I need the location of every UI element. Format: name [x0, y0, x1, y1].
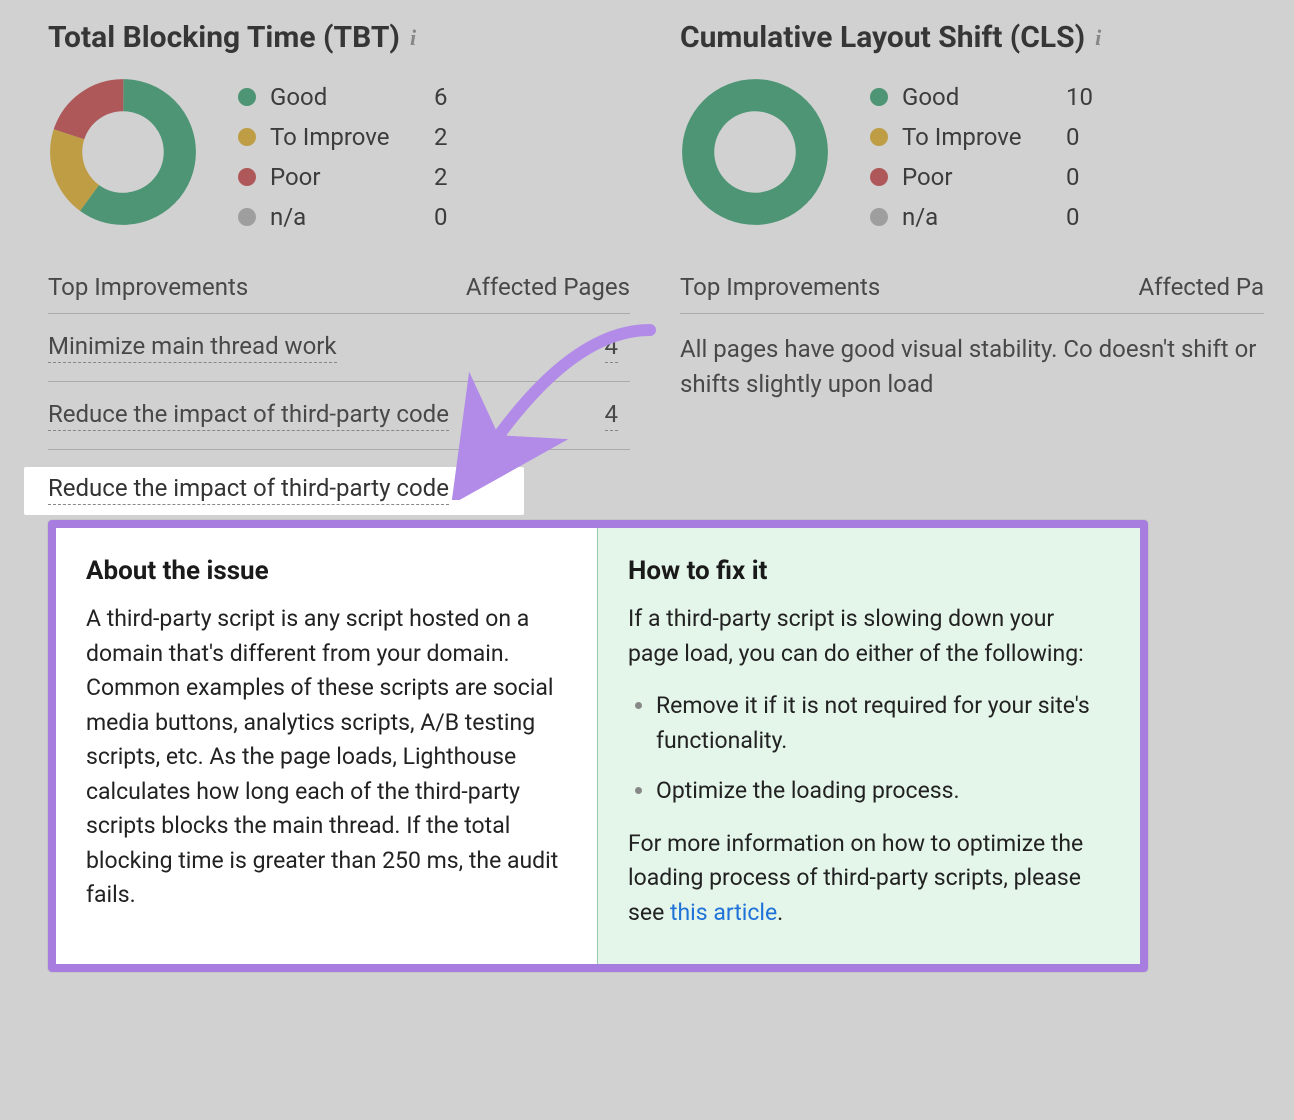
improvement-count: 4: [605, 332, 619, 363]
fix-item: Remove it if it is not required for your…: [656, 689, 1110, 758]
issue-popup: About the issue A third-party script is …: [48, 520, 1148, 972]
improvement-count: 4: [605, 400, 619, 431]
dot-icon: [238, 128, 256, 146]
tbt-panel: Total Blocking Time (TBT) i Good 6: [0, 0, 660, 470]
legend-label: To Improve: [270, 123, 420, 151]
about-body: A third-party script is any script hoste…: [86, 602, 567, 913]
improvements-header: Top Improvements Affected Pages: [48, 273, 630, 314]
legend-row-good: Good 10: [870, 83, 1096, 111]
cls-note: All pages have good visual stability. Co…: [680, 314, 1264, 402]
cls-donut-chart: [680, 77, 830, 227]
fix-item: Optimize the loading process.: [656, 774, 1110, 809]
legend-row-improve: To Improve 2: [238, 123, 464, 151]
col-header-affected: Affected Pages: [466, 273, 630, 301]
info-icon[interactable]: i: [1095, 25, 1101, 51]
popup-fix: How to fix it If a third-party script is…: [598, 528, 1140, 964]
fix-outro-post: .: [777, 899, 783, 926]
legend-row-poor: Poor 2: [238, 163, 464, 191]
legend-label: Poor: [902, 163, 1052, 191]
legend-row-na: n/a 0: [870, 203, 1096, 231]
legend-label: n/a: [902, 203, 1052, 231]
legend-value: 0: [1066, 203, 1096, 231]
tbt-legend: Good 6 To Improve 2 Poor 2 n/a 0: [238, 77, 464, 231]
legend-label: To Improve: [902, 123, 1052, 151]
info-icon[interactable]: i: [410, 25, 416, 51]
legend-label: Good: [270, 83, 420, 111]
improvements-header: Top Improvements Affected Pa: [680, 273, 1264, 314]
col-header-improvements: Top Improvements: [680, 273, 880, 301]
legend-value: 0: [1066, 123, 1096, 151]
tbt-donut-chart: [48, 77, 198, 227]
fix-list: Remove it if it is not required for your…: [634, 689, 1110, 809]
legend-label: Good: [902, 83, 1052, 111]
dot-icon: [238, 208, 256, 226]
legend-value: 0: [1066, 163, 1096, 191]
dot-icon: [870, 168, 888, 186]
cls-legend: Good 10 To Improve 0 Poor 0 n/a 0: [870, 77, 1096, 231]
improvement-link[interactable]: Reduce the impact of third-party code: [48, 474, 449, 505]
dot-icon: [870, 128, 888, 146]
legend-value: 0: [434, 203, 464, 231]
dot-icon: [238, 88, 256, 106]
cls-panel: Cumulative Layout Shift (CLS) i Good 10 …: [660, 0, 1294, 470]
legend-value: 10: [1066, 83, 1096, 111]
legend-row-na: n/a 0: [238, 203, 464, 231]
cls-title: Cumulative Layout Shift (CLS): [680, 20, 1085, 55]
highlighted-improvement[interactable]: Reduce the impact of third-party code: [48, 474, 449, 502]
col-header-improvements: Top Improvements: [48, 273, 248, 301]
about-title: About the issue: [86, 556, 567, 586]
legend-value: 2: [434, 163, 464, 191]
legend-row-improve: To Improve 0: [870, 123, 1096, 151]
improvement-link[interactable]: Minimize main thread work: [48, 332, 337, 363]
legend-value: 2: [434, 123, 464, 151]
legend-label: n/a: [270, 203, 420, 231]
dot-icon: [870, 88, 888, 106]
fix-intro: If a third-party script is slowing down …: [628, 602, 1110, 671]
fix-outro: For more information on how to optimize …: [628, 827, 1110, 931]
legend-row-poor: Poor 0: [870, 163, 1096, 191]
dot-icon: [238, 168, 256, 186]
improvement-link[interactable]: Reduce the impact of third-party code: [48, 400, 449, 431]
col-header-affected: Affected Pa: [1139, 273, 1264, 301]
dot-icon: [870, 208, 888, 226]
improvement-row[interactable]: Reduce the impact of third-party code 4: [48, 382, 630, 450]
article-link[interactable]: this article: [670, 899, 777, 926]
legend-value: 6: [434, 83, 464, 111]
tbt-title: Total Blocking Time (TBT): [48, 20, 400, 55]
legend-label: Poor: [270, 163, 420, 191]
fix-title: How to fix it: [628, 556, 1110, 586]
improvement-row[interactable]: Minimize main thread work 4: [48, 314, 630, 382]
legend-row-good: Good 6: [238, 83, 464, 111]
popup-about: About the issue A third-party script is …: [56, 528, 598, 964]
